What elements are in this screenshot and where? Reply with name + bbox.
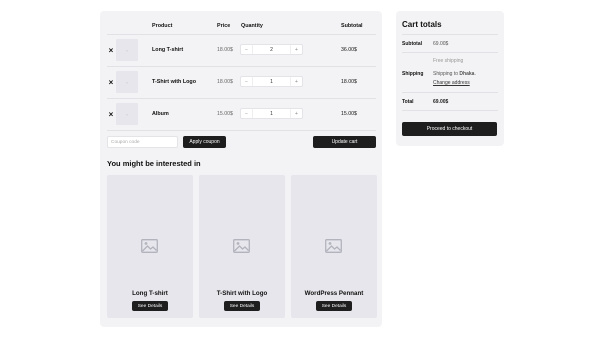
coupon-code-input[interactable]: Coupon code [107, 136, 178, 148]
shipping-destination: Shipping to Dhaka. [433, 71, 476, 77]
header-subtotal: Subtotal [341, 23, 363, 29]
quantity-stepper[interactable]: − 1 + [240, 108, 303, 119]
qty-increase-button[interactable]: + [291, 45, 302, 54]
row-subtotal: 15.00$ [341, 111, 357, 117]
product-card-name[interactable]: T-Shirt with Logo [199, 290, 285, 297]
qty-value[interactable]: 1 [252, 109, 291, 118]
product-thumbnail[interactable]: ▫ [116, 103, 138, 125]
divider [107, 98, 376, 99]
header-product: Product [152, 23, 173, 29]
qty-value[interactable]: 2 [252, 45, 291, 54]
divider [402, 52, 498, 53]
quantity-stepper[interactable]: − 2 + [240, 44, 303, 55]
total-value: 69.00$ [433, 99, 449, 105]
product-price: 18.00$ [217, 79, 233, 85]
shipping-method: Free shipping [433, 58, 464, 64]
row-subtotal: 36.00$ [341, 47, 357, 53]
qty-increase-button[interactable]: + [291, 109, 302, 118]
shipping-city: Dhaka [459, 71, 475, 77]
row-subtotal: 18.00$ [341, 79, 357, 85]
cross-sells-title: You might be interested in [107, 159, 201, 168]
change-address-link[interactable]: Change address [433, 80, 470, 86]
cart-totals-title: Cart totals [402, 20, 442, 29]
shipping-label: Shipping [402, 71, 424, 77]
shipping-to-text: Shipping to [433, 71, 460, 77]
image-placeholder-icon [325, 239, 342, 253]
qty-decrease-button[interactable]: − [241, 45, 252, 54]
close-icon[interactable]: × [107, 111, 115, 119]
product-name[interactable]: T-Shirt with Logo [152, 79, 196, 85]
product-name[interactable]: Album [152, 111, 169, 117]
image-placeholder-icon: ▫ [126, 47, 128, 53]
product-price: 15.00$ [217, 111, 233, 117]
divider [107, 66, 376, 67]
update-cart-button[interactable]: Update cart [313, 136, 376, 148]
divider [107, 130, 376, 131]
image-placeholder-icon [141, 239, 158, 253]
see-details-button[interactable]: See Details [224, 301, 260, 311]
product-card[interactable]: Long T-shirt See Details [107, 175, 193, 318]
product-thumbnail[interactable]: ▫ [116, 71, 138, 93]
image-placeholder-icon [233, 239, 250, 253]
see-details-button[interactable]: See Details [132, 301, 168, 311]
product-thumbnail[interactable]: ▫ [116, 39, 138, 61]
proceed-to-checkout-button[interactable]: Proceed to checkout [402, 122, 497, 136]
divider [402, 92, 498, 93]
image-placeholder-icon: ▫ [126, 79, 128, 85]
product-card-name[interactable]: WordPress Pennant [291, 290, 377, 297]
close-icon[interactable]: × [107, 79, 115, 87]
header-price: Price [217, 23, 231, 29]
qty-decrease-button[interactable]: − [241, 109, 252, 118]
product-name[interactable]: Long T-shirt [152, 47, 183, 53]
subtotal-label: Subtotal [402, 41, 422, 47]
product-card-name[interactable]: Long T-shirt [107, 290, 193, 297]
quantity-stepper[interactable]: − 1 + [240, 76, 303, 87]
total-label: Total [402, 99, 414, 105]
product-card[interactable]: T-Shirt with Logo See Details [199, 175, 285, 318]
qty-increase-button[interactable]: + [291, 77, 302, 86]
apply-coupon-button[interactable]: Apply coupon [183, 136, 226, 148]
product-card[interactable]: WordPress Pennant See Details [291, 175, 377, 318]
subtotal-value: 69.00$ [433, 41, 449, 47]
product-price: 18.00$ [217, 47, 233, 53]
qty-value[interactable]: 1 [252, 77, 291, 86]
close-icon[interactable]: × [107, 47, 115, 55]
divider [402, 34, 498, 35]
image-placeholder-icon: ▫ [126, 111, 128, 117]
divider [402, 110, 498, 111]
see-details-button[interactable]: See Details [316, 301, 352, 311]
header-quantity: Quantity [241, 23, 263, 29]
divider [107, 34, 376, 35]
shipping-to-suffix: . [474, 71, 476, 77]
qty-decrease-button[interactable]: − [241, 77, 252, 86]
